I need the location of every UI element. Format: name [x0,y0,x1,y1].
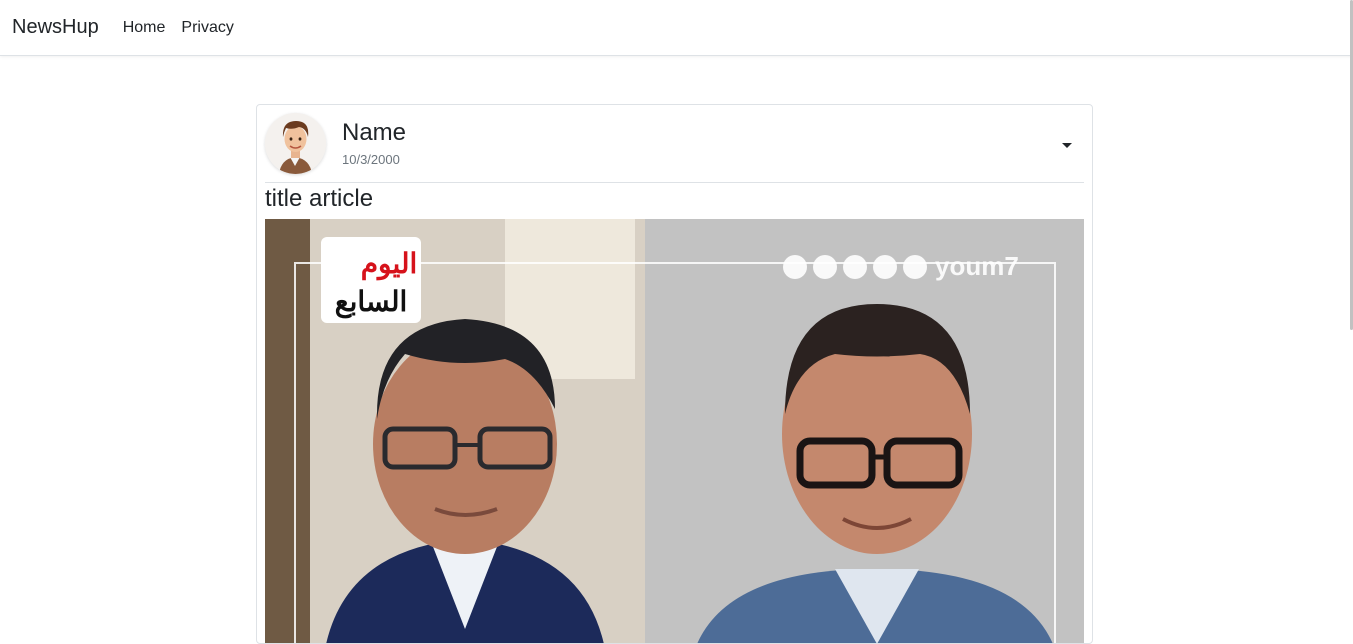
tiktok-icon [903,255,927,279]
article-photo: اليوم السابع youm7 [265,219,1084,643]
logo-text-line1: اليوم [361,248,418,281]
author-name[interactable]: Name [342,119,406,147]
nav-link-privacy[interactable]: Privacy [181,19,233,37]
youtube-icon [873,255,897,279]
author-avatar [265,113,326,174]
image-watermark: youm7 [935,251,1019,281]
instagram-icon [843,255,867,279]
article-image[interactable]: اليوم السابع youm7 [265,219,1084,643]
article-title: title article [265,185,374,212]
avatar-illustration [265,113,326,174]
nav-link-home[interactable]: Home [123,19,166,37]
post-card: Name 10/3/2000 title article اليوم الساب… [256,104,1093,644]
post-date: 10/3/2000 [342,152,400,167]
navbar-brand[interactable]: NewsHup [12,16,99,39]
post-header: Name 10/3/2000 [265,113,1084,183]
post-options-dropdown[interactable] [1060,140,1074,152]
top-navbar: NewsHup Home Privacy [0,0,1353,56]
logo-text-line2: السابع [335,286,408,319]
facebook-icon [783,255,807,279]
x-icon [813,255,837,279]
